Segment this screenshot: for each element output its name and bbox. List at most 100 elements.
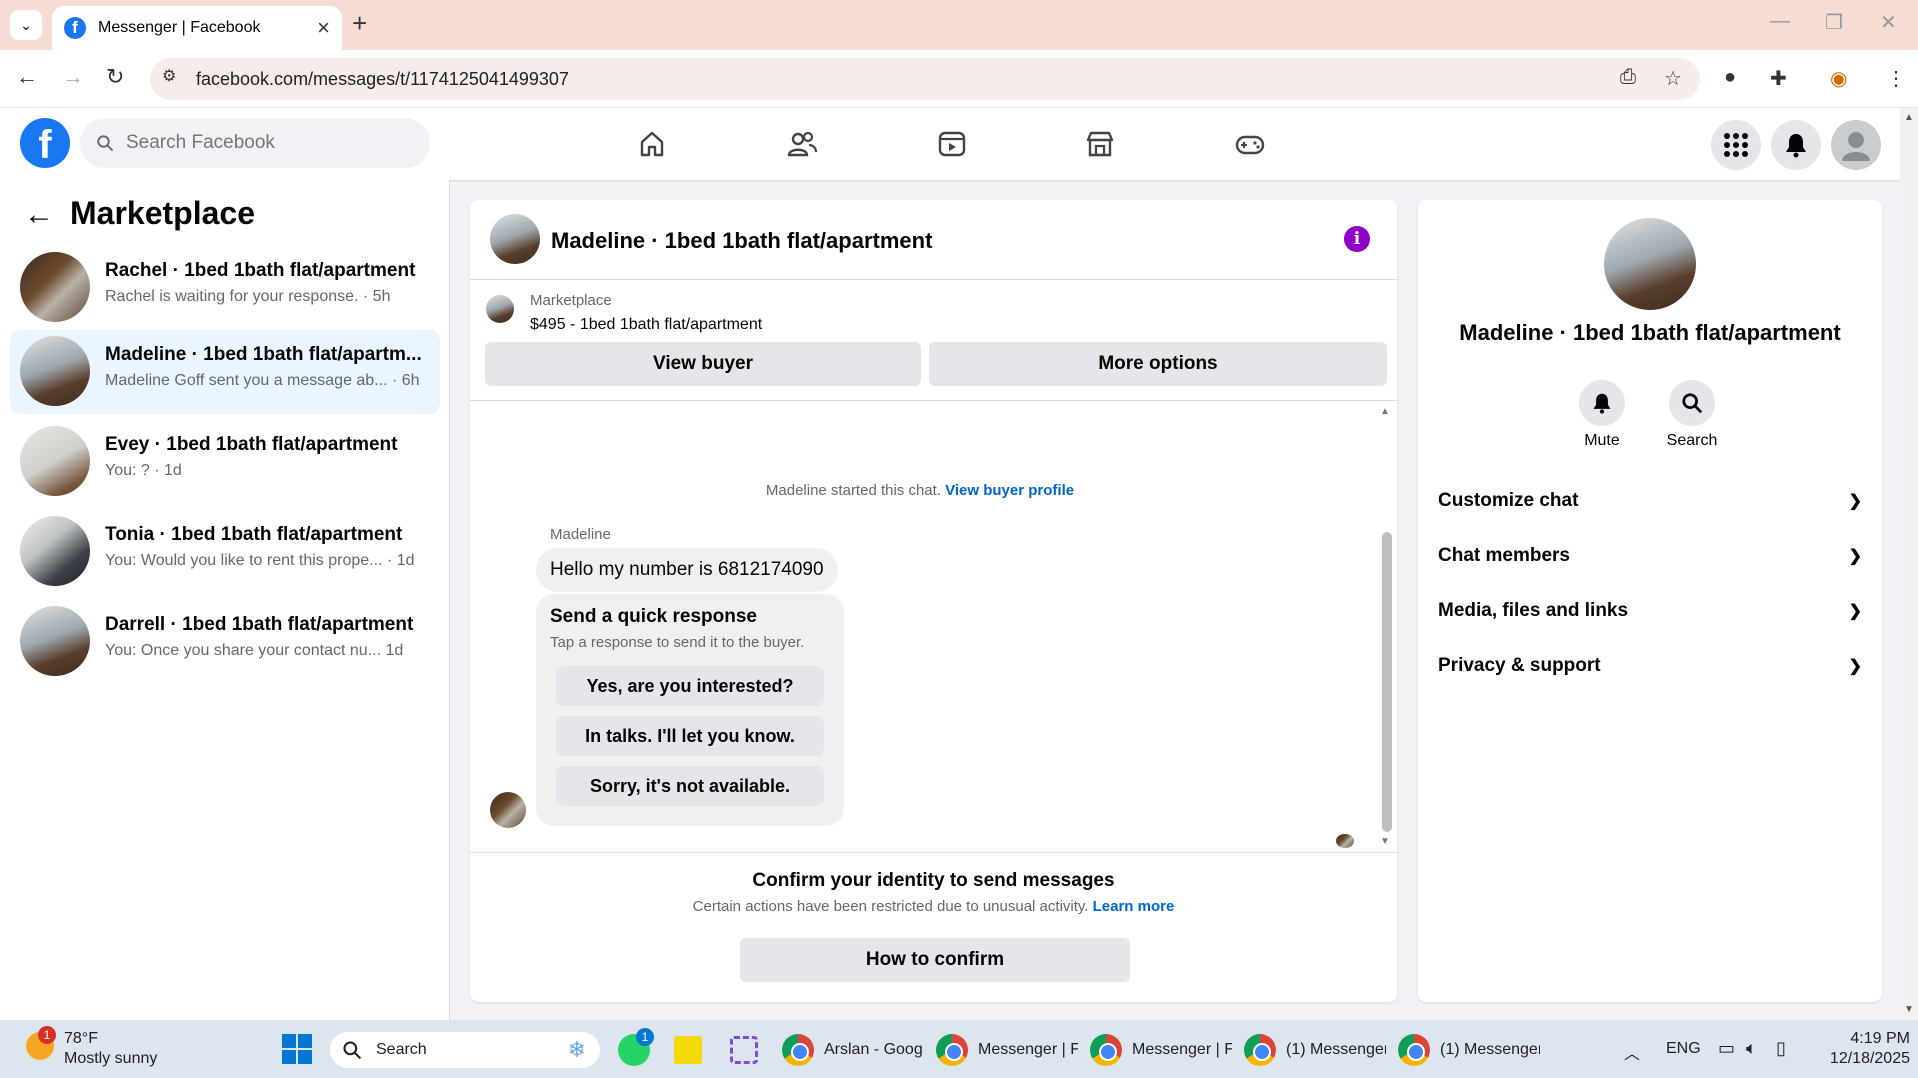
notifications-bell-icon[interactable] (1771, 120, 1821, 170)
quick-response-in-talks-button[interactable]: In talks. I'll let you know. (556, 716, 824, 756)
search-icon (1682, 393, 1703, 414)
taskbar-app-messenger-4[interactable]: (1) Messenger (1398, 1030, 1548, 1070)
address-bar[interactable]: facebook.com/messages/t/1174125041499307 (150, 58, 1700, 100)
scroll-up-icon[interactable]: ▲ (1380, 406, 1390, 417)
view-buyer-profile-link[interactable]: View buyer profile (945, 482, 1074, 499)
chat-members-section[interactable]: Chat members ❯ (1438, 536, 1862, 576)
chrome-icon (1244, 1034, 1276, 1066)
divider (470, 400, 1397, 401)
language-indicator[interactable]: ENG (1666, 1040, 1701, 1058)
new-tab-button[interactable]: + (352, 8, 367, 39)
media-files-links-section[interactable]: Media, files and links ❯ (1438, 591, 1862, 631)
conversation-item-evey[interactable]: Evey · 1bed 1bath flat/apartment You: ? … (10, 420, 440, 504)
taskbar-app-messenger-1[interactable]: Messenger | F (936, 1030, 1086, 1070)
tray-chevron-up-icon[interactable]: ︿ (1624, 1040, 1640, 1064)
taskbar-app-messenger-3[interactable]: (1) Messenger (1244, 1030, 1394, 1070)
section-label: Media, files and links (1438, 600, 1629, 621)
chrome-icon (1090, 1034, 1122, 1066)
page-scroll-up-icon[interactable]: ▲ (1904, 112, 1914, 123)
menu-grid-icon[interactable] (1711, 120, 1761, 170)
volume-icon[interactable]: 🔈︎ (1746, 1038, 1757, 1059)
info-icon[interactable]: i (1344, 226, 1370, 252)
section-label: Privacy & support (1438, 655, 1601, 676)
details-avatar (1604, 218, 1696, 310)
taskbar-search[interactable]: Search ❄ (330, 1032, 600, 1068)
tab-search-button[interactable]: ⌄ (10, 10, 42, 40)
more-options-button[interactable]: More options (929, 342, 1387, 386)
browser-tab[interactable]: f Messenger | Facebook × (52, 6, 342, 50)
reload-icon[interactable]: ↻ (106, 64, 124, 90)
customize-chat-section[interactable]: Customize chat ❯ (1438, 481, 1862, 521)
quick-response-not-available-button[interactable]: Sorry, it's not available. (556, 766, 824, 806)
weather-desc: Mostly sunny (64, 1050, 158, 1067)
back-icon[interactable]: ← (16, 64, 38, 90)
extensions-icon[interactable]: ✚ (1770, 66, 1787, 91)
sender-name: Madeline (550, 526, 611, 543)
how-to-confirm-button[interactable]: How to confirm (740, 938, 1130, 982)
account-avatar[interactable] (1831, 120, 1881, 170)
marketplace-icon[interactable] (1070, 122, 1130, 166)
learn-more-link[interactable]: Learn more (1093, 898, 1175, 915)
home-icon[interactable] (622, 122, 682, 166)
conversation-snippet: You: Would you like to rent this prope..… (105, 552, 415, 569)
quick-response-subtitle: Tap a response to send it to the buyer. (550, 634, 805, 651)
restore-icon[interactable]: ❐ (1825, 10, 1843, 35)
forward-icon[interactable]: → (62, 64, 84, 90)
quick-response-yes-button[interactable]: Yes, are you interested? (556, 666, 824, 706)
mute-button[interactable] (1579, 380, 1625, 426)
confirm-text: Certain actions have been restricted due… (692, 898, 1089, 915)
search-chat-button[interactable] (1669, 380, 1715, 426)
taskbar-app-label: (1) Messenger (1440, 1041, 1540, 1058)
network-icon[interactable]: ▭ (1718, 1038, 1735, 1059)
search-input[interactable] (126, 132, 406, 154)
privacy-support-section[interactable]: Privacy & support ❯ (1438, 646, 1862, 686)
chrome-icon (782, 1034, 814, 1066)
facebook-search[interactable] (80, 118, 430, 168)
page-scrollbar[interactable] (1900, 108, 1918, 1020)
cookie-extension-icon[interactable]: ● (1724, 66, 1736, 89)
url-text: facebook.com/messages/t/1174125041499307 (196, 68, 569, 89)
chat-scroll-thumb[interactable] (1382, 532, 1392, 832)
conversation-snippet: You: Once you share your contact nu... 1… (105, 642, 404, 659)
conversation-name: Madeline · 1bed 1bath flat/apartm... (105, 344, 422, 365)
weather-temp: 78°F (64, 1030, 98, 1047)
chrome-icon (1398, 1034, 1430, 1066)
scroll-down-icon[interactable]: ▼ (1380, 836, 1390, 847)
facebook-logo-icon[interactable]: f (20, 118, 70, 168)
listing-title: $495 - 1bed 1bath flat/apartment (530, 316, 763, 333)
sticky-notes-icon[interactable] (674, 1036, 702, 1064)
install-app-icon[interactable]: ⎙ (1620, 66, 1636, 89)
snipping-tool-icon[interactable] (730, 1036, 758, 1064)
back-arrow-icon[interactable]: ← (24, 198, 54, 232)
taskbar-app-messenger-2[interactable]: Messenger | F (1090, 1030, 1240, 1070)
window-close-icon[interactable]: ✕ (1880, 10, 1897, 35)
clock-time[interactable]: 4:19 PM (1820, 1030, 1910, 1048)
close-tab-icon[interactable]: × (317, 15, 330, 41)
view-buyer-button[interactable]: View buyer (485, 342, 921, 386)
browser-menu-icon[interactable]: ⋮ (1886, 66, 1906, 91)
marketplace-label: Marketplace (530, 292, 612, 309)
chat-title[interactable]: Madeline · 1bed 1bath flat/apartment (551, 228, 932, 254)
bookmark-star-icon[interactable]: ☆ (1664, 66, 1682, 91)
avatar (20, 336, 90, 406)
chat-avatar[interactable] (490, 214, 540, 264)
conversation-snippet: Madeline Goff sent you a message ab... ·… (105, 372, 420, 389)
friends-icon[interactable] (772, 122, 832, 166)
seen-receipt-avatar (1336, 834, 1354, 848)
minimize-icon[interactable]: — (1770, 10, 1790, 33)
conversation-item-tonia[interactable]: Tonia · 1bed 1bath flat/apartment You: W… (10, 510, 440, 594)
site-info-icon[interactable]: ⚙ (162, 66, 176, 86)
taskbar-app-chrome-arslan[interactable]: Arslan - Goog (782, 1030, 932, 1070)
tab-title: Messenger | Facebook (98, 19, 261, 36)
conversation-item-rachel[interactable]: Rachel · 1bed 1bath flat/apartment Rache… (10, 246, 440, 330)
video-icon[interactable] (922, 122, 982, 166)
conversation-name: Evey · 1bed 1bath flat/apartment (105, 434, 398, 455)
battery-icon[interactable]: ▯ (1776, 1038, 1786, 1059)
clock-date[interactable]: 12/18/2025 (1810, 1050, 1910, 1068)
windows-start-icon[interactable] (282, 1034, 312, 1069)
conversation-item-darrell[interactable]: Darrell · 1bed 1bath flat/apartment You:… (10, 600, 440, 684)
profile-icon[interactable]: ◉ (1830, 66, 1847, 91)
page-scroll-down-icon[interactable]: ▼ (1904, 1004, 1914, 1015)
gaming-icon[interactable] (1220, 122, 1280, 166)
conversation-item-madeline[interactable]: Madeline · 1bed 1bath flat/apartm... Mad… (10, 330, 440, 414)
